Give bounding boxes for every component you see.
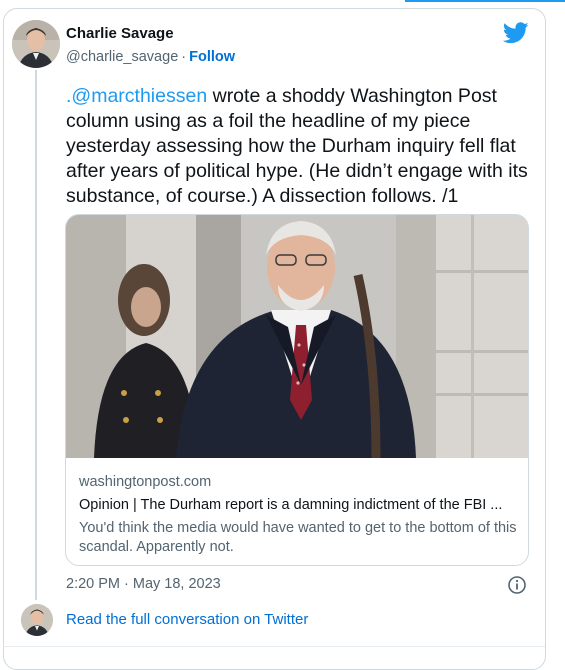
- link-domain: washingtonpost.com: [79, 474, 212, 490]
- tweet-timestamp[interactable]: 2:20 PM · May 18, 2023: [66, 576, 221, 592]
- link-title[interactable]: Opinion | The Durham report is a damning…: [79, 496, 519, 515]
- top-accent-line: [405, 0, 565, 2]
- twitter-bird-icon[interactable]: [502, 22, 529, 44]
- tweet-text: .@marcthiessen wrote a shoddy Washington…: [66, 84, 536, 209]
- bottom-divider: [3, 646, 545, 647]
- thread-line: [35, 70, 37, 600]
- author-block: Charlie Savage @charlie_savage · Follow: [66, 24, 235, 67]
- author-name[interactable]: Charlie Savage: [66, 24, 235, 44]
- mention-link[interactable]: .@marcthiessen: [66, 85, 207, 107]
- link-preview-text: washingtonpost.com Opinion | The Durham …: [79, 473, 519, 557]
- link-preview-card[interactable]: washingtonpost.com Opinion | The Durham …: [65, 214, 529, 566]
- author-avatar[interactable]: [12, 20, 60, 68]
- read-conversation-link[interactable]: Read the full conversation on Twitter: [66, 611, 308, 628]
- author-handle[interactable]: @charlie_savage: [66, 49, 178, 65]
- separator-dot: ·: [181, 49, 187, 65]
- reader-avatar[interactable]: [21, 604, 53, 636]
- link-description: You'd think the media would have wanted …: [79, 520, 517, 555]
- link-preview-photo: [66, 215, 528, 458]
- info-icon[interactable]: [507, 575, 527, 595]
- follow-button[interactable]: Follow: [189, 49, 235, 65]
- author-subline: @charlie_savage · Follow: [66, 47, 235, 67]
